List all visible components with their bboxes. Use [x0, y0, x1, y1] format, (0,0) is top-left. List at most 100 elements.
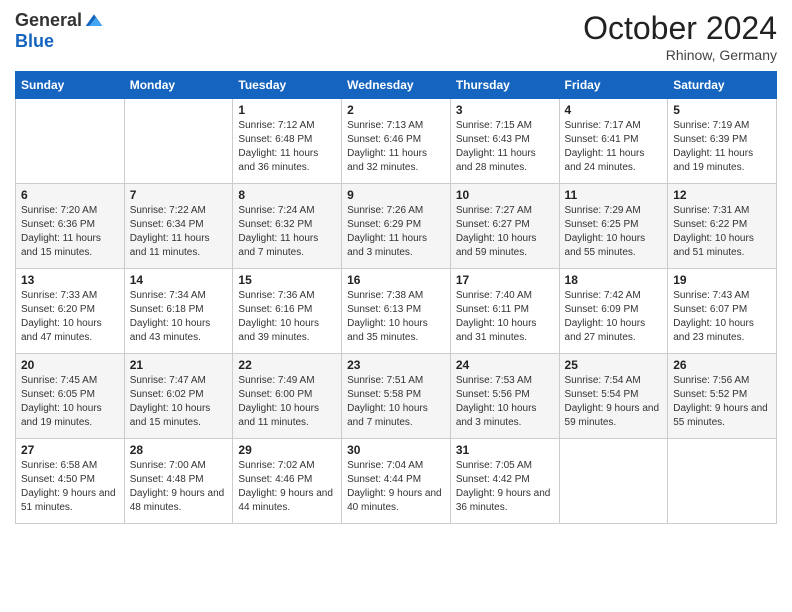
calendar-cell: 12 Sunrise: 7:31 AMSunset: 6:22 PMDayligh…	[668, 184, 777, 269]
day-number: 5	[673, 103, 771, 117]
calendar-table: SundayMondayTuesdayWednesdayThursdayFrid…	[15, 71, 777, 524]
calendar-cell: 23 Sunrise: 7:51 AMSunset: 5:58 PMDayligh…	[342, 354, 451, 439]
day-info: Sunrise: 7:51 AMSunset: 5:58 PMDaylight:…	[347, 374, 445, 430]
day-info: Sunrise: 7:47 AMSunset: 6:02 PMDaylight:…	[130, 374, 228, 430]
header: General Blue October 2024 Rhinow, German…	[15, 10, 777, 63]
calendar-cell: 8 Sunrise: 7:24 AMSunset: 6:32 PMDaylight…	[233, 184, 342, 269]
location-title: Rhinow, Germany	[583, 47, 777, 63]
weekday-header-row: SundayMondayTuesdayWednesdayThursdayFrid…	[16, 72, 777, 99]
day-info: Sunrise: 7:56 AMSunset: 5:52 PMDaylight:…	[673, 374, 771, 430]
calendar-cell: 13 Sunrise: 7:33 AMSunset: 6:20 PMDayligh…	[16, 269, 125, 354]
calendar-cell: 10 Sunrise: 7:27 AMSunset: 6:27 PMDayligh…	[450, 184, 559, 269]
calendar-cell: 21Sunrise: 7:47 AMSunset: 6:02 PMDayligh…	[124, 354, 233, 439]
calendar-week-row: 6 Sunrise: 7:20 AMSunset: 6:36 PMDaylight…	[16, 184, 777, 269]
weekday-header-saturday: Saturday	[668, 72, 777, 99]
day-info: Sunrise: 7:19 AMSunset: 6:39 PMDaylight:…	[673, 119, 771, 175]
day-number: 4	[565, 103, 663, 117]
day-info: Sunrise: 7:22 AMSunset: 6:34 PMDaylight:…	[130, 204, 228, 260]
day-info: Sunrise: 7:29 AMSunset: 6:25 PMDaylight:…	[565, 204, 663, 260]
calendar-cell	[668, 439, 777, 524]
calendar-cell: 18 Sunrise: 7:42 AMSunset: 6:09 PMDayligh…	[559, 269, 668, 354]
logo-icon	[84, 11, 104, 31]
day-number: 18	[565, 273, 663, 287]
day-number: 6	[21, 188, 119, 202]
day-number: 29	[238, 443, 336, 457]
calendar-cell: 27Sunrise: 6:58 AMSunset: 4:50 PMDayligh…	[16, 439, 125, 524]
day-info: Sunrise: 7:17 AMSunset: 6:41 PMDaylight:…	[565, 119, 663, 175]
calendar-cell: 22Sunrise: 7:49 AMSunset: 6:00 PMDayligh…	[233, 354, 342, 439]
calendar-cell: 17 Sunrise: 7:40 AMSunset: 6:11 PMDayligh…	[450, 269, 559, 354]
day-number: 24	[456, 358, 554, 372]
day-number: 31	[456, 443, 554, 457]
day-number: 22	[238, 358, 336, 372]
calendar-cell: 5 Sunrise: 7:19 AMSunset: 6:39 PMDaylight…	[668, 99, 777, 184]
calendar-cell: 24Sunrise: 7:53 AMSunset: 5:56 PMDayligh…	[450, 354, 559, 439]
month-title: October 2024	[583, 10, 777, 47]
weekday-header-friday: Friday	[559, 72, 668, 99]
day-info: Sunrise: 7:04 AMSunset: 4:44 PMDaylight:…	[347, 459, 445, 515]
calendar-week-row: 1 Sunrise: 7:12 AMSunset: 6:48 PMDaylight…	[16, 99, 777, 184]
calendar-cell: 28 Sunrise: 7:00 AMSunset: 4:48 PMDayligh…	[124, 439, 233, 524]
day-number: 19	[673, 273, 771, 287]
calendar-cell: 6 Sunrise: 7:20 AMSunset: 6:36 PMDaylight…	[16, 184, 125, 269]
day-info: Sunrise: 7:15 AMSunset: 6:43 PMDaylight:…	[456, 119, 554, 175]
day-info: Sunrise: 7:40 AMSunset: 6:11 PMDaylight:…	[456, 289, 554, 345]
day-info: Sunrise: 7:12 AMSunset: 6:48 PMDaylight:…	[238, 119, 336, 175]
calendar-cell: 11 Sunrise: 7:29 AMSunset: 6:25 PMDayligh…	[559, 184, 668, 269]
calendar-cell: 1 Sunrise: 7:12 AMSunset: 6:48 PMDaylight…	[233, 99, 342, 184]
calendar-cell: 19Sunrise: 7:43 AMSunset: 6:07 PMDayligh…	[668, 269, 777, 354]
day-info: Sunrise: 7:27 AMSunset: 6:27 PMDaylight:…	[456, 204, 554, 260]
calendar-week-row: 20 Sunrise: 7:45 AMSunset: 6:05 PMDayligh…	[16, 354, 777, 439]
calendar-cell: 7Sunrise: 7:22 AMSunset: 6:34 PMDaylight…	[124, 184, 233, 269]
calendar-cell	[16, 99, 125, 184]
day-info: Sunrise: 7:00 AMSunset: 4:48 PMDaylight:…	[130, 459, 228, 515]
calendar-week-row: 13 Sunrise: 7:33 AMSunset: 6:20 PMDayligh…	[16, 269, 777, 354]
calendar-cell: 30Sunrise: 7:04 AMSunset: 4:44 PMDayligh…	[342, 439, 451, 524]
day-info: Sunrise: 7:24 AMSunset: 6:32 PMDaylight:…	[238, 204, 336, 260]
day-number: 26	[673, 358, 771, 372]
weekday-header-sunday: Sunday	[16, 72, 125, 99]
day-number: 15	[238, 273, 336, 287]
day-info: Sunrise: 7:20 AMSunset: 6:36 PMDaylight:…	[21, 204, 119, 260]
day-info: Sunrise: 7:45 AMSunset: 6:05 PMDaylight:…	[21, 374, 119, 430]
day-number: 20	[21, 358, 119, 372]
day-info: Sunrise: 7:34 AMSunset: 6:18 PMDaylight:…	[130, 289, 228, 345]
day-number: 17	[456, 273, 554, 287]
day-number: 1	[238, 103, 336, 117]
calendar-cell: 4 Sunrise: 7:17 AMSunset: 6:41 PMDaylight…	[559, 99, 668, 184]
day-number: 8	[238, 188, 336, 202]
calendar-cell: 20 Sunrise: 7:45 AMSunset: 6:05 PMDayligh…	[16, 354, 125, 439]
day-number: 3	[456, 103, 554, 117]
calendar-cell: 2 Sunrise: 7:13 AMSunset: 6:46 PMDaylight…	[342, 99, 451, 184]
day-number: 13	[21, 273, 119, 287]
day-info: Sunrise: 7:05 AMSunset: 4:42 PMDaylight:…	[456, 459, 554, 515]
day-info: Sunrise: 7:38 AMSunset: 6:13 PMDaylight:…	[347, 289, 445, 345]
day-number: 14	[130, 273, 228, 287]
day-number: 28	[130, 443, 228, 457]
day-info: Sunrise: 7:31 AMSunset: 6:22 PMDaylight:…	[673, 204, 771, 260]
day-info: Sunrise: 7:02 AMSunset: 4:46 PMDaylight:…	[238, 459, 336, 515]
logo-general-text: General	[15, 10, 82, 31]
day-info: Sunrise: 7:42 AMSunset: 6:09 PMDaylight:…	[565, 289, 663, 345]
day-info: Sunrise: 6:58 AMSunset: 4:50 PMDaylight:…	[21, 459, 119, 515]
title-area: October 2024 Rhinow, Germany	[583, 10, 777, 63]
day-info: Sunrise: 7:13 AMSunset: 6:46 PMDaylight:…	[347, 119, 445, 175]
day-number: 9	[347, 188, 445, 202]
day-number: 2	[347, 103, 445, 117]
day-number: 23	[347, 358, 445, 372]
calendar-week-row: 27Sunrise: 6:58 AMSunset: 4:50 PMDayligh…	[16, 439, 777, 524]
calendar-cell: 31 Sunrise: 7:05 AMSunset: 4:42 PMDayligh…	[450, 439, 559, 524]
weekday-header-tuesday: Tuesday	[233, 72, 342, 99]
day-number: 10	[456, 188, 554, 202]
weekday-header-thursday: Thursday	[450, 72, 559, 99]
day-number: 12	[673, 188, 771, 202]
day-number: 11	[565, 188, 663, 202]
day-info: Sunrise: 7:33 AMSunset: 6:20 PMDaylight:…	[21, 289, 119, 345]
calendar-cell: 25Sunrise: 7:54 AMSunset: 5:54 PMDayligh…	[559, 354, 668, 439]
day-number: 16	[347, 273, 445, 287]
calendar-cell: 14 Sunrise: 7:34 AMSunset: 6:18 PMDayligh…	[124, 269, 233, 354]
calendar-cell	[124, 99, 233, 184]
calendar-cell: 15Sunrise: 7:36 AMSunset: 6:16 PMDayligh…	[233, 269, 342, 354]
weekday-header-monday: Monday	[124, 72, 233, 99]
calendar-cell: 29 Sunrise: 7:02 AMSunset: 4:46 PMDayligh…	[233, 439, 342, 524]
